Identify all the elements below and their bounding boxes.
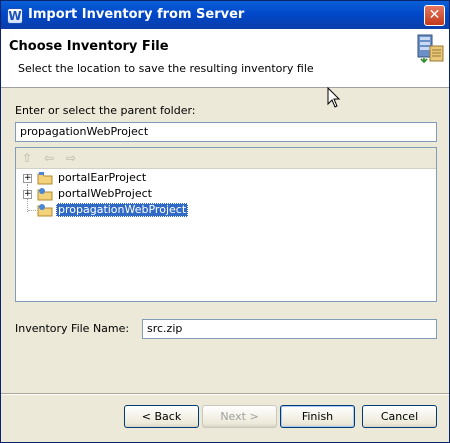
back-arrow-icon[interactable]: ⇦	[42, 151, 56, 165]
inventory-file-label: Inventory File Name:	[15, 322, 130, 335]
forward-arrow-icon[interactable]: ⇨	[64, 151, 78, 165]
window-title: Import Inventory from Server	[28, 7, 245, 22]
back-button[interactable]: < Back	[124, 405, 199, 428]
mouse-cursor-icon	[327, 87, 341, 108]
web-project-folder-icon	[37, 204, 53, 217]
title-bar[interactable]: W Import Inventory from Server ✕	[1, 1, 449, 29]
wizard-banner: Choose Inventory File Select the locatio…	[1, 29, 449, 88]
close-button[interactable]: ✕	[424, 5, 445, 26]
project-folder-icon	[37, 172, 53, 185]
app-icon: W	[7, 8, 23, 24]
button-separator	[1, 393, 449, 395]
tree-item-selected[interactable]: propagationWebProject	[18, 202, 418, 218]
tree-item-label[interactable]: portalEarProject	[56, 171, 148, 185]
import-wizard-icon	[417, 34, 444, 64]
parent-folder-input[interactable]: propagationWebProject	[15, 122, 437, 142]
web-project-folder-icon	[37, 188, 53, 201]
folder-tree[interactable]: ⇧ ⇦ ⇨ + portalEarProject + portalWebProj…	[15, 147, 437, 302]
page-title: Choose Inventory File	[9, 39, 169, 54]
page-description: Select the location to save the resultin…	[18, 62, 314, 75]
go-up-icon[interactable]: ⇧	[20, 151, 34, 165]
expand-icon[interactable]: +	[23, 174, 32, 183]
tree-item[interactable]: + portalEarProject	[18, 170, 418, 186]
finish-button[interactable]: Finish	[280, 405, 355, 428]
tree-item[interactable]: + portalWebProject	[18, 186, 418, 202]
next-button[interactable]: Next >	[202, 405, 277, 428]
inventory-file-input[interactable]: src.zip	[142, 319, 437, 339]
import-inventory-dialog: W Import Inventory from Server ✕ Choose …	[0, 0, 450, 443]
tree-toolbar: ⇧ ⇦ ⇨	[16, 148, 436, 169]
tree-item-label[interactable]: portalWebProject	[56, 187, 154, 201]
cancel-button[interactable]: Cancel	[362, 405, 437, 428]
tree-item-label[interactable]: propagationWebProject	[56, 203, 189, 217]
parent-folder-label: Enter or select the parent folder:	[15, 104, 196, 117]
expand-icon[interactable]: +	[23, 190, 32, 199]
